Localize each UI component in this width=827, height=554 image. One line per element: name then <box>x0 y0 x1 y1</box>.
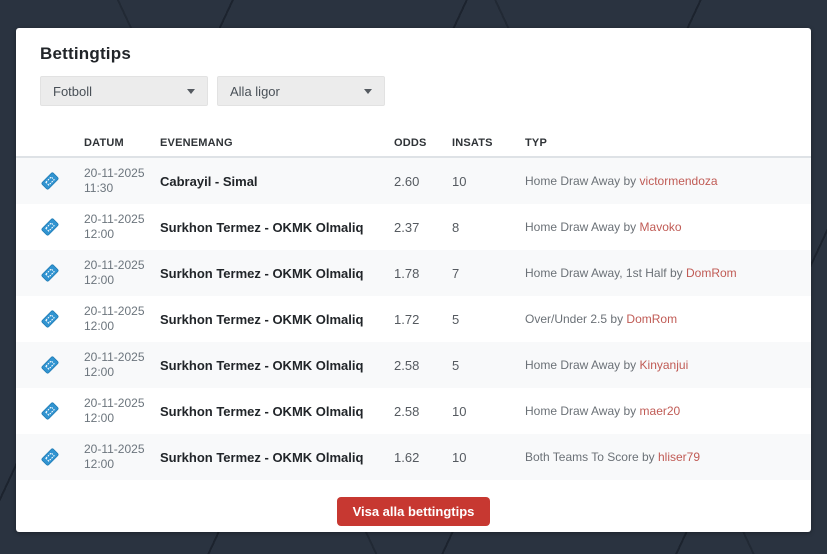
ticket-icon <box>37 214 62 239</box>
row-date: 20-11-2025 12:00 <box>84 350 145 379</box>
bet-type-label: Both Teams To Score <box>525 450 639 464</box>
row-date: 20-11-2025 12:00 <box>84 212 145 241</box>
row-event: Surkhon Termez - OKMK Olmaliq <box>160 357 364 373</box>
card-header: Bettingtips Fotboll Alla ligor <box>16 28 811 106</box>
row-type: Over/Under 2.5 by DomRom <box>525 312 811 326</box>
row-odds: 1.78 <box>394 265 420 281</box>
row-icon-cell <box>16 172 84 190</box>
caret-down-icon <box>364 88 372 94</box>
ticket-icon <box>37 444 62 469</box>
row-odds: 2.37 <box>394 219 420 235</box>
row-type: Home Draw Away by victormendoza <box>525 174 811 188</box>
show-all-bettingtips-button[interactable]: Visa alla bettingtips <box>336 497 491 526</box>
tipster-link[interactable]: hliser79 <box>658 450 700 464</box>
row-stake: 7 <box>452 265 460 281</box>
header-odds: ODDS <box>394 136 427 149</box>
table-row[interactable]: 20-11-2025 11:30 Cabrayil - Simal 2.60 1… <box>16 158 811 204</box>
tipster-link[interactable]: maer20 <box>640 404 681 418</box>
row-event: Surkhon Termez - OKMK Olmaliq <box>160 265 364 281</box>
row-type: Home Draw Away, 1st Half by DomRom <box>525 266 811 280</box>
bet-type-label: Home Draw Away <box>525 404 621 418</box>
row-stake: 8 <box>452 219 460 235</box>
row-date: 20-11-2025 12:00 <box>84 442 145 471</box>
row-date: 20-11-2025 11:30 <box>84 166 145 195</box>
row-odds: 2.58 <box>394 357 420 373</box>
row-type: Home Draw Away by Mavoko <box>525 220 811 234</box>
league-filter-value: Alla ligor <box>230 83 280 99</box>
by-label: by <box>669 266 683 280</box>
tipster-link[interactable]: Kinyanjui <box>640 358 689 372</box>
table-row[interactable]: 20-11-2025 12:00 Surkhon Termez - OKMK O… <box>16 296 811 342</box>
row-icon-cell <box>16 356 84 374</box>
row-date: 20-11-2025 12:00 <box>84 396 145 425</box>
row-event: Surkhon Termez - OKMK Olmaliq <box>160 219 364 235</box>
bettingtips-table: DATUM EVENEMANG ODDS INSATS TYP 20-11-20… <box>16 129 811 480</box>
page-title: Bettingtips <box>40 44 131 63</box>
bet-type-label: Home Draw Away <box>525 220 621 234</box>
row-event: Surkhon Termez - OKMK Olmaliq <box>160 403 364 419</box>
by-label: by <box>623 220 637 234</box>
row-icon-cell <box>16 264 84 282</box>
row-icon-cell <box>16 218 84 236</box>
header-insats: INSATS <box>452 136 493 149</box>
row-odds: 2.60 <box>394 173 420 189</box>
table-row[interactable]: 20-11-2025 12:00 Surkhon Termez - OKMK O… <box>16 342 811 388</box>
row-date: 20-11-2025 12:00 <box>84 304 145 333</box>
ticket-icon <box>37 168 62 193</box>
row-icon-cell <box>16 448 84 466</box>
caret-down-icon <box>187 88 195 94</box>
row-type: Home Draw Away by Kinyanjui <box>525 358 811 372</box>
bet-type-label: Over/Under 2.5 <box>525 312 608 326</box>
row-type: Both Teams To Score by hliser79 <box>525 450 811 464</box>
sport-filter-dropdown[interactable]: Fotboll <box>40 76 208 106</box>
ticket-icon <box>37 260 62 285</box>
ticket-icon <box>37 306 62 331</box>
table-row[interactable]: 20-11-2025 12:00 Surkhon Termez - OKMK O… <box>16 250 811 296</box>
tipster-link[interactable]: Mavoko <box>640 220 682 234</box>
ticket-icon <box>37 398 62 423</box>
row-odds: 2.58 <box>394 403 420 419</box>
ticket-icon <box>37 352 62 377</box>
row-stake: 10 <box>452 403 467 419</box>
by-label: by <box>623 174 637 188</box>
row-icon-cell <box>16 310 84 328</box>
row-event: Surkhon Termez - OKMK Olmaliq <box>160 311 364 327</box>
row-odds: 1.72 <box>394 311 420 327</box>
table-body: 20-11-2025 11:30 Cabrayil - Simal 2.60 1… <box>16 158 811 480</box>
row-icon-cell <box>16 402 84 420</box>
by-label: by <box>610 312 624 326</box>
row-odds: 1.62 <box>394 449 420 465</box>
table-row[interactable]: 20-11-2025 12:00 Surkhon Termez - OKMK O… <box>16 204 811 250</box>
table-row[interactable]: 20-11-2025 12:00 Surkhon Termez - OKMK O… <box>16 434 811 480</box>
table-header-row: DATUM EVENEMANG ODDS INSATS TYP <box>16 129 811 158</box>
tipster-link[interactable]: DomRom <box>686 266 737 280</box>
card-footer: Visa alla bettingtips <box>16 497 811 526</box>
bettingtips-card: Bettingtips Fotboll Alla ligor DATUM EVE… <box>16 28 811 532</box>
row-event: Cabrayil - Simal <box>160 173 258 189</box>
row-stake: 10 <box>452 449 467 465</box>
by-label: by <box>641 450 655 464</box>
league-filter-dropdown[interactable]: Alla ligor <box>217 76 385 106</box>
bet-type-label: Home Draw Away, 1st Half <box>525 266 667 280</box>
row-type: Home Draw Away by maer20 <box>525 404 811 418</box>
bet-type-label: Home Draw Away <box>525 174 621 188</box>
row-event: Surkhon Termez - OKMK Olmaliq <box>160 449 364 465</box>
row-stake: 5 <box>452 311 460 327</box>
row-stake: 10 <box>452 173 467 189</box>
bet-type-label: Home Draw Away <box>525 358 621 372</box>
row-stake: 5 <box>452 357 460 373</box>
by-label: by <box>623 358 637 372</box>
table-row[interactable]: 20-11-2025 12:00 Surkhon Termez - OKMK O… <box>16 388 811 434</box>
tipster-link[interactable]: DomRom <box>626 312 677 326</box>
header-evenemang: EVENEMANG <box>160 136 233 149</box>
sport-filter-value: Fotboll <box>53 83 93 99</box>
header-datum: DATUM <box>84 136 124 149</box>
filters-row: Fotboll Alla ligor <box>40 76 787 106</box>
row-date: 20-11-2025 12:00 <box>84 258 145 287</box>
tipster-link[interactable]: victormendoza <box>640 174 718 188</box>
header-typ: TYP <box>525 136 547 149</box>
by-label: by <box>623 404 637 418</box>
